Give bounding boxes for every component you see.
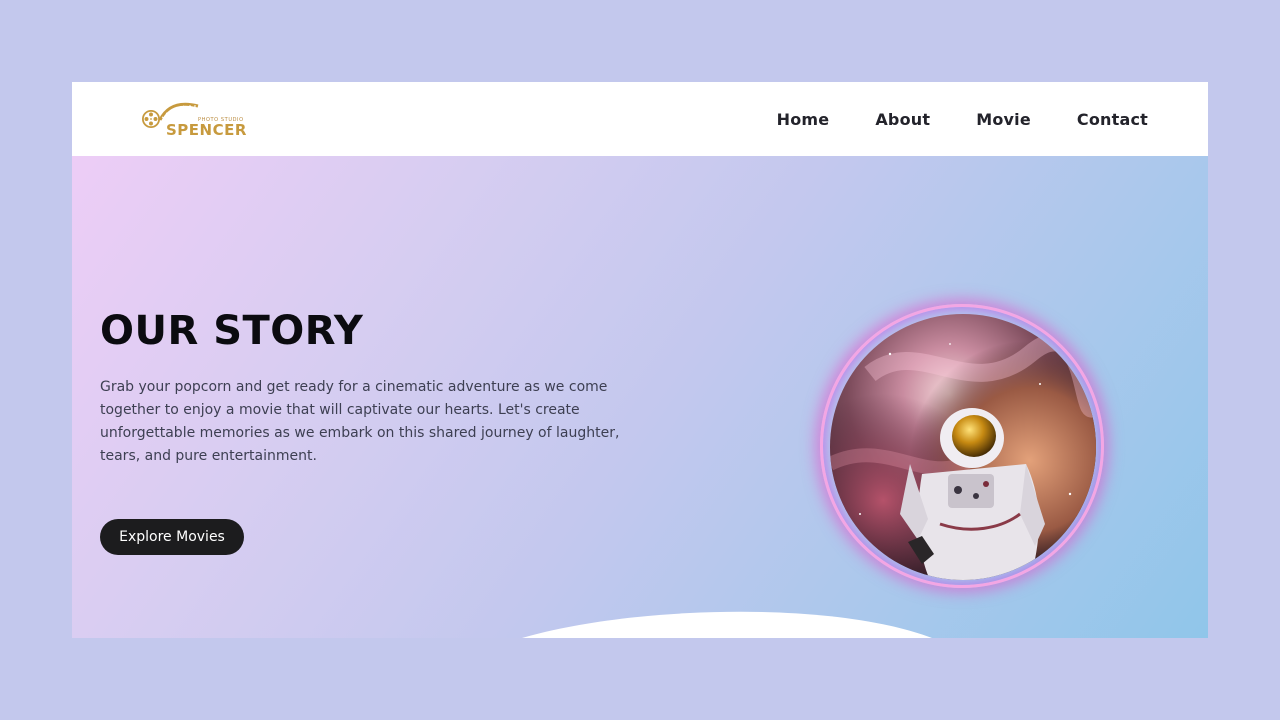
- nav-link-about[interactable]: About: [875, 110, 930, 129]
- hero-image: [830, 314, 1096, 580]
- hero-title: OUR STORY: [100, 308, 364, 354]
- brand-name: SPENCER: [166, 121, 247, 139]
- explore-movies-button[interactable]: Explore Movies: [100, 519, 244, 555]
- hero-description: Grab your popcorn and get ready for a ci…: [100, 379, 620, 464]
- nav-link-home[interactable]: Home: [777, 110, 830, 129]
- hero-section: OUR STORY Grab your popcorn and get read…: [72, 156, 1208, 638]
- navbar: PHOTO STUDIO SPENCER Home About Movie Co…: [72, 82, 1208, 157]
- film-reel-icon: [142, 110, 160, 128]
- nav-link-contact[interactable]: Contact: [1077, 110, 1148, 129]
- bottom-wave: [522, 611, 932, 638]
- astronaut-nebula-image: [830, 314, 1096, 580]
- main-nav: Home About Movie Contact: [777, 82, 1148, 156]
- nav-link-movie[interactable]: Movie: [976, 110, 1031, 129]
- brand-logo[interactable]: PHOTO STUDIO SPENCER: [142, 96, 246, 142]
- page-frame: PHOTO STUDIO SPENCER Home About Movie Co…: [72, 82, 1208, 638]
